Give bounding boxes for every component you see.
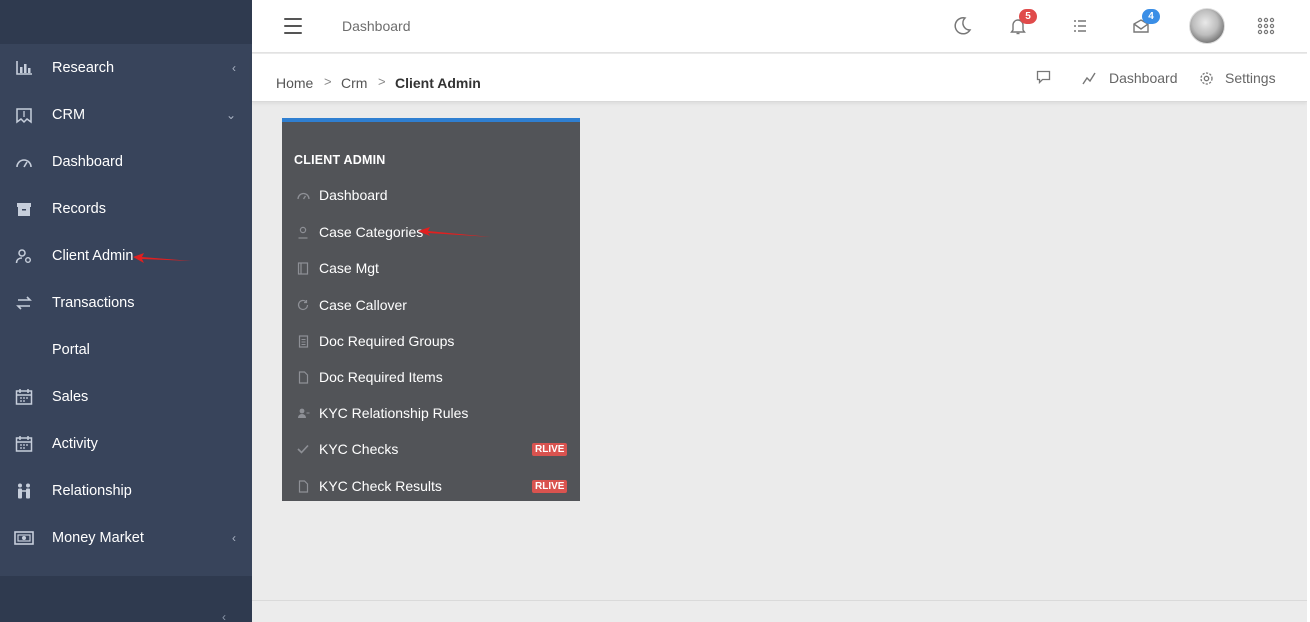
sidebar: Research ‹ CRM ⌄ Dashboard Records Clien… — [0, 0, 252, 622]
sidebar-item-label: Client Admin — [52, 247, 134, 264]
menu-item-case-callover[interactable]: Case Callover — [282, 293, 580, 319]
comment-icon — [1036, 70, 1051, 84]
sidebar-item-sales[interactable]: Sales — [0, 373, 252, 420]
chevron-down-icon: ⌄ — [225, 107, 236, 122]
sidebar-item-label: Research — [52, 59, 115, 76]
menu-item-doc-required-groups[interactable]: Doc Required Groups — [282, 329, 580, 355]
swap-arrows-icon — [14, 293, 34, 313]
sidebar-menu: Research ‹ CRM ⌄ Dashboard Records Clien… — [0, 44, 252, 576]
menu-item-label: Doc Required Items — [319, 369, 443, 385]
sidebar-item-label: Dashboard — [52, 153, 123, 170]
breadcrumb-separator: > — [324, 74, 332, 89]
banknote-icon — [14, 528, 34, 548]
sidebar-item-research[interactable]: Research ‹ — [0, 44, 252, 91]
sidebar-item-crm[interactable]: CRM ⌄ — [0, 91, 252, 138]
comment-button[interactable] — [1036, 70, 1051, 84]
page-title: Dashboard — [342, 18, 411, 34]
sidebar-item-client-admin[interactable]: Client Admin — [0, 232, 252, 279]
bar-chart-icon — [14, 58, 34, 78]
calendar-icon — [14, 434, 34, 454]
book-icon — [296, 261, 310, 275]
check-icon — [296, 442, 310, 456]
avatar[interactable] — [1189, 8, 1225, 44]
menu-item-label: KYC Checks — [319, 441, 399, 457]
sidebar-item-transactions[interactable]: Transactions — [0, 279, 252, 326]
menu-item-case-mgt[interactable]: Case Mgt — [282, 256, 580, 282]
client-admin-menu-panel: CLIENT ADMIN Dashboard Case Categories C… — [282, 118, 580, 501]
calendar-icon — [14, 387, 34, 407]
grid-icon — [1257, 17, 1275, 35]
annotation-arrow — [418, 227, 491, 237]
sidebar-item-label: Portal — [52, 341, 90, 358]
apps-grid-button[interactable] — [1255, 15, 1277, 37]
top-bar: Dashboard 5 4 — [252, 0, 1307, 53]
user-gear-icon — [14, 246, 34, 266]
document-icon — [296, 334, 310, 348]
breadcrumb-current: Client Admin — [395, 75, 481, 91]
settings-link[interactable]: Settings — [1199, 70, 1276, 86]
footer — [252, 600, 1307, 622]
sidebar-item-relationship[interactable]: Relationship — [0, 467, 252, 514]
user-key-icon — [296, 406, 310, 420]
notifications-badge: 5 — [1019, 9, 1037, 24]
menu-item-kyc-check-results[interactable]: KYC Check Results RLIVE — [282, 474, 580, 500]
menu-item-label: Case Mgt — [319, 260, 379, 276]
sidebar-item-portal[interactable]: Portal — [0, 326, 252, 373]
breadcrumb-home[interactable]: Home — [276, 75, 313, 91]
sidebar-item-money-market[interactable]: Money Market ‹ — [0, 514, 252, 561]
people-icon — [14, 481, 34, 501]
user-icon — [296, 225, 310, 239]
panel-title: CLIENT ADMIN — [294, 153, 386, 167]
breadcrumb-crm[interactable]: Crm — [341, 75, 367, 91]
chevron-left-icon: ‹ — [232, 530, 236, 545]
sidebar-item-records[interactable]: Records — [0, 185, 252, 232]
sidebar-item-label: Activity — [52, 435, 98, 452]
menu-item-label: KYC Check Results — [319, 478, 442, 494]
menu-item-label: Case Categories — [319, 224, 424, 240]
archive-box-icon — [14, 199, 34, 219]
menu-item-label: KYC Relationship Rules — [319, 405, 469, 421]
sidebar-item-label: Sales — [52, 388, 89, 405]
annotation-arrow — [133, 253, 192, 263]
notifications-button[interactable]: 5 — [1007, 9, 1037, 37]
tasks-button[interactable] — [1069, 15, 1091, 37]
sidebar-item-dashboard[interactable]: Dashboard — [0, 138, 252, 185]
sidebar-item-label: Relationship — [52, 482, 132, 499]
sidebar-item-label: CRM — [52, 106, 86, 123]
sidebar-item-label: Money Market — [52, 529, 144, 546]
status-badge: RLIVE — [532, 480, 568, 493]
collapse-sidebar-icon[interactable]: ‹ — [222, 610, 226, 622]
menu-item-label: Case Callover — [319, 297, 407, 313]
status-badge: RLIVE — [532, 443, 568, 456]
line-chart-icon — [1082, 72, 1096, 85]
chevron-left-icon: ‹ — [232, 60, 236, 75]
breadcrumb-separator: > — [378, 74, 386, 89]
sidebar-item-label: Records — [52, 200, 106, 217]
gear-icon — [1200, 71, 1213, 85]
breadcrumb: Home > Crm > Client Admin Dashboard Sett… — [252, 54, 1307, 102]
checklist-icon — [1074, 20, 1086, 32]
sidebar-item-label: Transactions — [52, 294, 135, 311]
file-icon — [296, 479, 310, 493]
menu-item-kyc-checks[interactable]: KYC Checks RLIVE — [282, 437, 580, 463]
menu-item-doc-required-items[interactable]: Doc Required Items — [282, 365, 580, 391]
settings-link-label: Settings — [1225, 70, 1276, 86]
dashboard-link[interactable]: Dashboard — [1082, 70, 1178, 86]
menu-item-label: Dashboard — [319, 187, 388, 203]
menu-item-label: Doc Required Groups — [319, 333, 455, 349]
gauge-icon — [14, 152, 34, 172]
menu-item-dashboard[interactable]: Dashboard — [282, 183, 580, 209]
menu-toggle-icon[interactable] — [284, 18, 302, 34]
sidebar-item-activity[interactable]: Activity — [0, 420, 252, 467]
dark-mode-toggle[interactable] — [951, 15, 973, 37]
refresh-icon — [296, 298, 310, 312]
gauge-icon — [296, 188, 310, 202]
dashboard-link-label: Dashboard — [1109, 70, 1178, 86]
messages-badge: 4 — [1142, 9, 1160, 24]
file-icon — [296, 370, 310, 384]
menu-item-kyc-relationship-rules[interactable]: KYC Relationship Rules — [282, 401, 580, 427]
messages-button[interactable]: 4 — [1130, 9, 1160, 37]
map-icon — [14, 105, 34, 125]
moon-icon — [954, 17, 972, 35]
